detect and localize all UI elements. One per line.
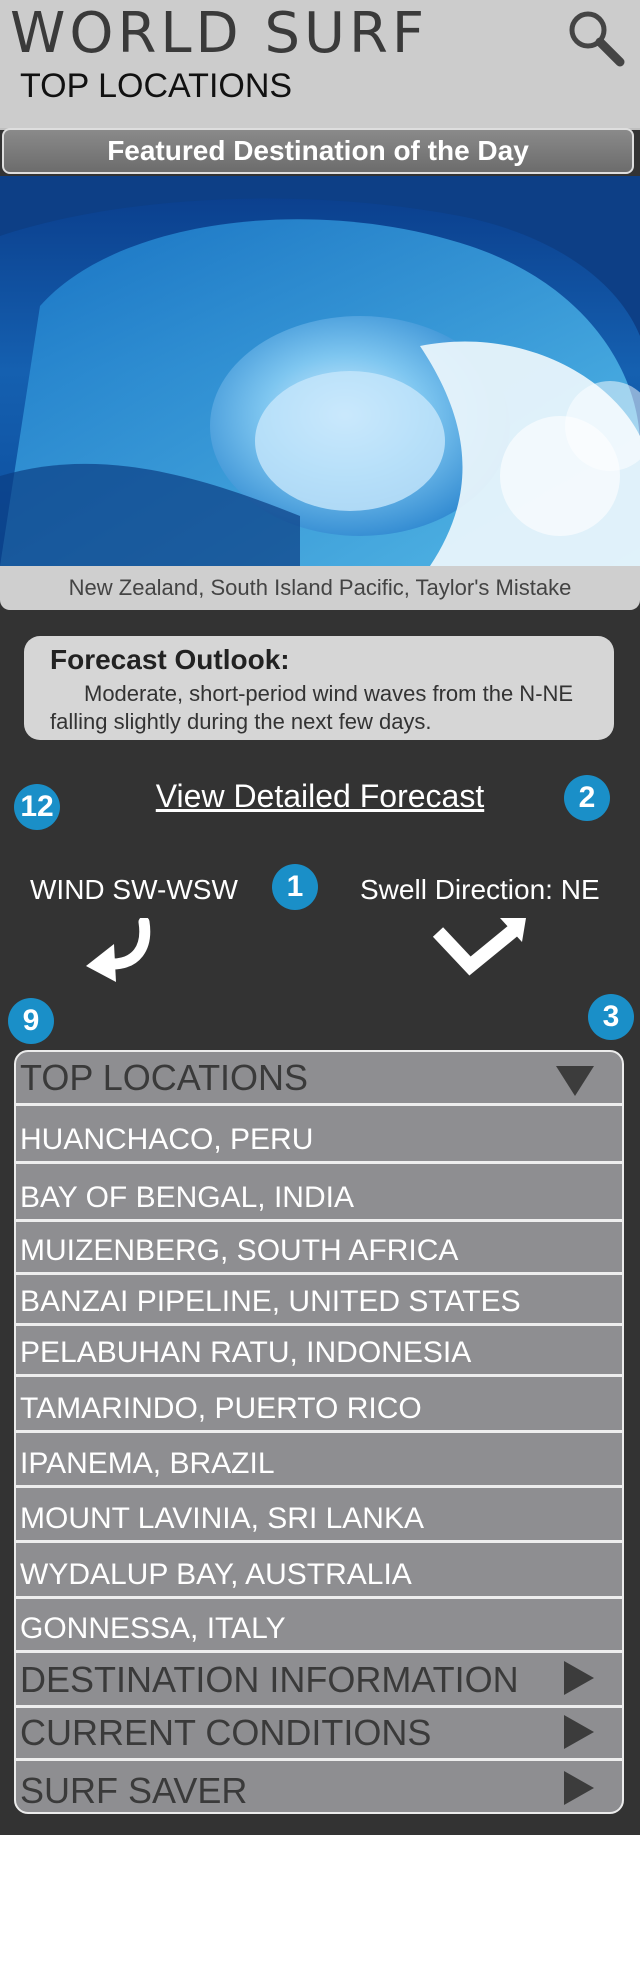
app-title: WORLD SURF [10,1,429,66]
accordion-header-destination-information[interactable]: DESTINATION INFORMATION [16,1653,622,1708]
forecast-outlook-box: Forecast Outlook: Moderate, short-period… [24,636,614,740]
location-label: MUIZENBERG, SOUTH AFRICA [20,1234,459,1267]
forecast-title: Forecast Outlook: [50,644,290,675]
location-item[interactable]: GONNESSA, ITALY [16,1599,622,1653]
location-label: PELABUHAN RATU, INDONESIA [20,1336,472,1369]
accordion-header-top-locations[interactable]: TOP LOCATIONS [16,1052,622,1106]
location-item[interactable]: MOUNT LAVINIA, SRI LANKA [16,1488,622,1543]
location-item[interactable]: BANZAI PIPELINE, UNITED STATES [16,1275,622,1326]
location-label: GONNESSA, ITALY [20,1612,286,1645]
accordion-header-label: CURRENT CONDITIONS [20,1712,432,1753]
page-subtitle: TOP LOCATIONS [20,67,293,105]
location-item[interactable]: TAMARINDO, PUERTO RICO [16,1377,622,1433]
location-label: IPANEMA, BRAZIL [20,1447,275,1480]
accordion-header-surf-saver[interactable]: SURF SAVER [16,1761,622,1812]
swell-direction-icon [430,918,530,989]
view-detailed-forecast-link[interactable]: View Detailed Forecast [140,778,500,815]
location-label: BANZAI PIPELINE, UNITED STATES [20,1285,521,1318]
locations-accordion: TOP LOCATIONS HUANCHACO, PERU BAY OF BEN… [14,1050,624,1814]
annotation-badge-9: 9 [8,998,54,1044]
location-label: HUANCHACO, PERU [20,1123,314,1156]
accordion-header-label: SURF SAVER [20,1770,248,1811]
caret-right-icon [564,1661,594,1695]
header: WORLD SURF TOP LOCATIONS [0,0,640,130]
swell-direction-label: Swell Direction: NE [360,874,600,905]
location-item[interactable]: WYDALUP BAY, AUSTRALIA [16,1543,622,1599]
app-screen: WORLD SURF TOP LOCATIONS Featured Destin… [0,0,640,1835]
forecast-text: Moderate, short-period wind waves from t… [50,681,574,734]
location-label: TAMARINDO, PUERTO RICO [20,1392,422,1425]
location-item[interactable]: PELABUHAN RATU, INDONESIA [16,1326,622,1377]
location-label: WYDALUP BAY, AUSTRALIA [20,1558,412,1591]
annotation-badge-12: 12 [14,784,60,830]
accordion-header-label: DESTINATION INFORMATION [20,1659,519,1700]
destination-caption: New Zealand, South Island Pacific, Taylo… [0,566,640,610]
caret-down-icon [556,1065,594,1096]
caret-right-icon [564,1715,594,1749]
annotation-badge-3: 3 [588,994,634,1040]
location-label: BAY OF BENGAL, INDIA [20,1181,354,1214]
annotation-badge-1: 1 [272,864,318,910]
location-item[interactable]: HUANCHACO, PERU [16,1106,622,1164]
annotation-badge-2: 2 [564,775,610,821]
location-item[interactable]: MUIZENBERG, SOUTH AFRICA [16,1222,622,1275]
location-label: MOUNT LAVINIA, SRI LANKA [20,1502,424,1535]
wind-direction-label: WIND SW-WSW [30,874,238,905]
featured-destination-banner: Featured Destination of the Day [2,128,634,174]
accordion-header-current-conditions[interactable]: CURRENT CONDITIONS [16,1708,622,1761]
location-item[interactable]: IPANEMA, BRAZIL [16,1433,622,1488]
accordion-header-label: TOP LOCATIONS [20,1057,309,1098]
featured-wave-image[interactable] [0,176,640,566]
location-item[interactable]: BAY OF BENGAL, INDIA [16,1164,622,1222]
search-icon[interactable] [566,8,626,68]
caret-right-icon [564,1770,594,1805]
wind-direction-icon [84,916,156,989]
